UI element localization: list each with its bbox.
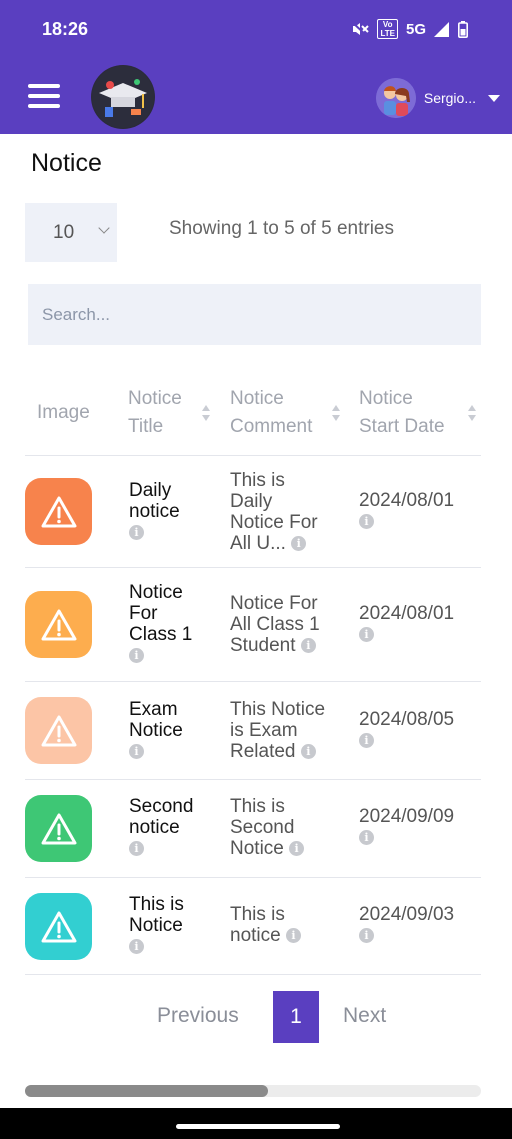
notice-title: Exam Notice i — [129, 699, 183, 760]
info-icon[interactable]: i — [359, 928, 374, 944]
table-row[interactable]: Notice For Class 1 i Notice For All Clas… — [0, 568, 512, 681]
notice-date: 2024/09/03 i — [359, 904, 455, 944]
column-header-comment[interactable]: Notice Comment — [230, 385, 312, 441]
notice-date: 2024/08/01 i — [359, 490, 455, 530]
info-icon[interactable]: i — [359, 830, 374, 846]
page-length-select[interactable]: 10 — [25, 203, 117, 262]
column-header-image[interactable]: Image — [37, 399, 90, 427]
notice-comment: This Notice is Exam Related i — [230, 699, 326, 762]
sort-icon[interactable] — [332, 404, 340, 424]
mute-icon — [351, 21, 370, 37]
table-row[interactable]: Exam Notice i This Notice is Exam Relate… — [0, 682, 512, 779]
notice-date: 2024/08/05 i — [359, 709, 455, 749]
horizontal-scrollbar-thumb[interactable] — [25, 1085, 268, 1097]
info-icon[interactable]: i — [359, 733, 374, 749]
notice-thumbnail — [25, 478, 92, 545]
notice-thumbnail — [25, 697, 92, 764]
divider — [25, 974, 481, 975]
user-name: Sergio... — [423, 90, 476, 106]
notice-comment: This is Daily Notice For All U... i — [230, 470, 318, 554]
status-icons: Vo LTE 5G — [351, 19, 468, 39]
notice-thumbnail — [25, 795, 92, 862]
warning-icon — [41, 911, 76, 942]
table-row[interactable]: Second notice i This is Second Notice i … — [0, 780, 512, 877]
notice-title: Notice For Class 1 i — [129, 582, 193, 664]
page-length-value: 10 — [53, 221, 75, 243]
user-menu[interactable]: Sergio... — [375, 78, 500, 118]
notice-comment: Notice For All Class 1 Student i — [230, 593, 320, 656]
notice-thumbnail — [25, 591, 92, 658]
info-icon[interactable]: i — [129, 841, 144, 857]
info-icon[interactable]: i — [359, 627, 374, 643]
home-gesture-handle[interactable] — [176, 1124, 340, 1129]
hamburger-icon[interactable] — [28, 84, 60, 110]
info-icon[interactable]: i — [359, 514, 374, 530]
info-icon[interactable]: i — [129, 648, 144, 664]
signal-icon — [434, 22, 449, 37]
info-icon[interactable]: i — [285, 928, 301, 944]
column-header-title[interactable]: Notice Title — [128, 385, 182, 441]
page-title: Notice — [31, 149, 102, 177]
battery-icon — [458, 20, 468, 38]
warning-icon — [41, 496, 76, 527]
chevron-down-icon — [98, 222, 110, 234]
status-time: 18:26 — [42, 19, 89, 39]
pagination: Previous 1 Next — [0, 991, 512, 1043]
search-input[interactable] — [28, 284, 481, 345]
caret-down-icon — [488, 94, 500, 102]
notice-date: 2024/09/09 i — [359, 806, 455, 846]
info-icon[interactable]: i — [129, 744, 144, 760]
entries-info: Showing 1 to 5 of 5 entries — [169, 218, 394, 239]
system-nav-bar — [0, 1108, 512, 1139]
info-icon[interactable]: i — [129, 939, 144, 955]
notice-title: Daily notice i — [129, 480, 180, 541]
info-icon[interactable]: i — [291, 536, 307, 552]
school-logo[interactable] — [91, 65, 155, 129]
sort-icon[interactable] — [202, 404, 210, 424]
notice-title: Second notice i — [129, 796, 194, 857]
app-bar: Sergio... — [0, 60, 512, 134]
info-icon[interactable]: i — [289, 841, 305, 857]
notice-date: 2024/08/01 i — [359, 603, 455, 643]
notice-comment: This is Second Notice i — [230, 796, 305, 859]
volte-icon: Vo LTE — [377, 19, 398, 39]
info-icon[interactable]: i — [129, 525, 144, 541]
notice-thumbnail — [25, 893, 92, 960]
page-1-button[interactable]: 1 — [273, 991, 319, 1043]
status-bar: 18:26 Vo LTE 5G — [0, 0, 512, 60]
notice-comment: This is notice i — [230, 904, 301, 946]
warning-icon — [41, 609, 76, 640]
column-header-start-date[interactable]: Notice Start Date — [359, 385, 445, 441]
warning-icon — [41, 813, 76, 844]
table-row[interactable]: This is Notice i This is notice i 2024/0… — [0, 878, 512, 974]
info-icon[interactable]: i — [300, 744, 316, 760]
next-page-button[interactable]: Next — [343, 1004, 386, 1028]
table-row[interactable]: Daily notice i This is Daily Notice For … — [0, 456, 512, 567]
previous-page-button[interactable]: Previous — [157, 1004, 239, 1028]
sort-icon[interactable] — [468, 404, 476, 424]
network-label: 5G — [405, 20, 426, 38]
notice-title: This is Notice i — [129, 894, 184, 955]
info-icon[interactable]: i — [300, 638, 316, 654]
avatar — [375, 78, 416, 118]
warning-icon — [41, 715, 76, 746]
